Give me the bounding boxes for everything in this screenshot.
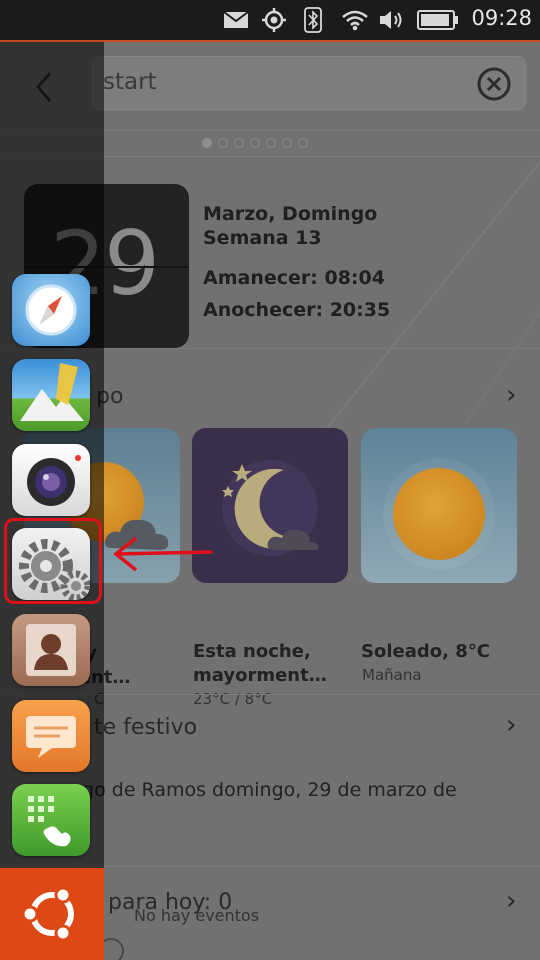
calendar-week: Semana 13 — [203, 227, 322, 249]
ubuntu-logo-icon — [21, 886, 74, 942]
volume-icon[interactable] — [378, 8, 406, 32]
search-field[interactable]: start — [92, 56, 526, 110]
weather-card-tonight-label: Esta noche, mayorment… — [193, 640, 327, 688]
no-events-text: No hay eventos — [134, 906, 260, 925]
annotation-arrow-icon — [113, 536, 213, 572]
wifi-icon[interactable] — [340, 8, 370, 32]
calendar-info: Marzo, Domingo Semana 13 Amanecer: 08:04… — [203, 198, 390, 326]
contacts-icon[interactable] — [12, 614, 90, 686]
status-bar: 09:28 — [0, 0, 540, 40]
weather-card-tomorrow[interactable] — [361, 428, 517, 583]
page-dot[interactable] — [266, 138, 276, 148]
bluetooth-icon[interactable] — [302, 7, 324, 33]
weather-card-subtitle: Mañana — [362, 666, 422, 684]
page-dot[interactable] — [218, 138, 228, 148]
holiday-section-title[interactable]: te festivo — [94, 715, 197, 740]
calendar-month-weekday: Marzo, Domingo — [203, 203, 378, 225]
location-icon[interactable] — [260, 8, 288, 32]
calendar-sunset: Anochecer: 20:35 — [203, 299, 391, 321]
browser-icon[interactable] — [12, 274, 90, 346]
page-dot[interactable] — [282, 138, 292, 148]
chevron-right-icon[interactable]: › — [506, 380, 516, 410]
chevron-right-icon[interactable]: › — [506, 886, 516, 916]
clear-search-icon[interactable] — [477, 67, 511, 101]
clock[interactable]: 09:28 — [471, 6, 532, 30]
phone-icon[interactable] — [12, 784, 90, 856]
ubuntu-home-button[interactable] — [0, 868, 104, 960]
sun-icon — [393, 468, 485, 560]
page-dot[interactable] — [298, 138, 308, 148]
calendar-sunrise: Amanecer: 08:04 — [203, 267, 385, 289]
camera-icon[interactable] — [12, 444, 90, 516]
weather-card-title-line2: mayorment… — [193, 665, 327, 686]
weather-card-subtitle: 23°C / 8°C — [193, 690, 273, 708]
page-dot[interactable] — [234, 138, 244, 148]
battery-icon[interactable] — [416, 8, 460, 32]
weather-card-tomorrow-label: Soleado, 8°C — [361, 640, 490, 664]
weather-card-title-line1: Soleado, 8°C — [361, 641, 490, 662]
messaging-icon[interactable] — [12, 700, 90, 772]
weather-card-title-line1: Esta noche, — [193, 641, 311, 662]
search-query-text: start — [103, 69, 157, 95]
mail-icon[interactable] — [222, 8, 250, 32]
annotation-highlight-box — [4, 518, 102, 604]
page-dot[interactable] — [202, 138, 212, 148]
holiday-text: ngo de Ramos domingo, 29 de marzo de — [70, 779, 457, 801]
chevron-right-icon[interactable]: › — [506, 710, 516, 740]
page-indicator — [202, 138, 308, 148]
gallery-icon[interactable] — [12, 359, 90, 431]
page-dot[interactable] — [250, 138, 260, 148]
